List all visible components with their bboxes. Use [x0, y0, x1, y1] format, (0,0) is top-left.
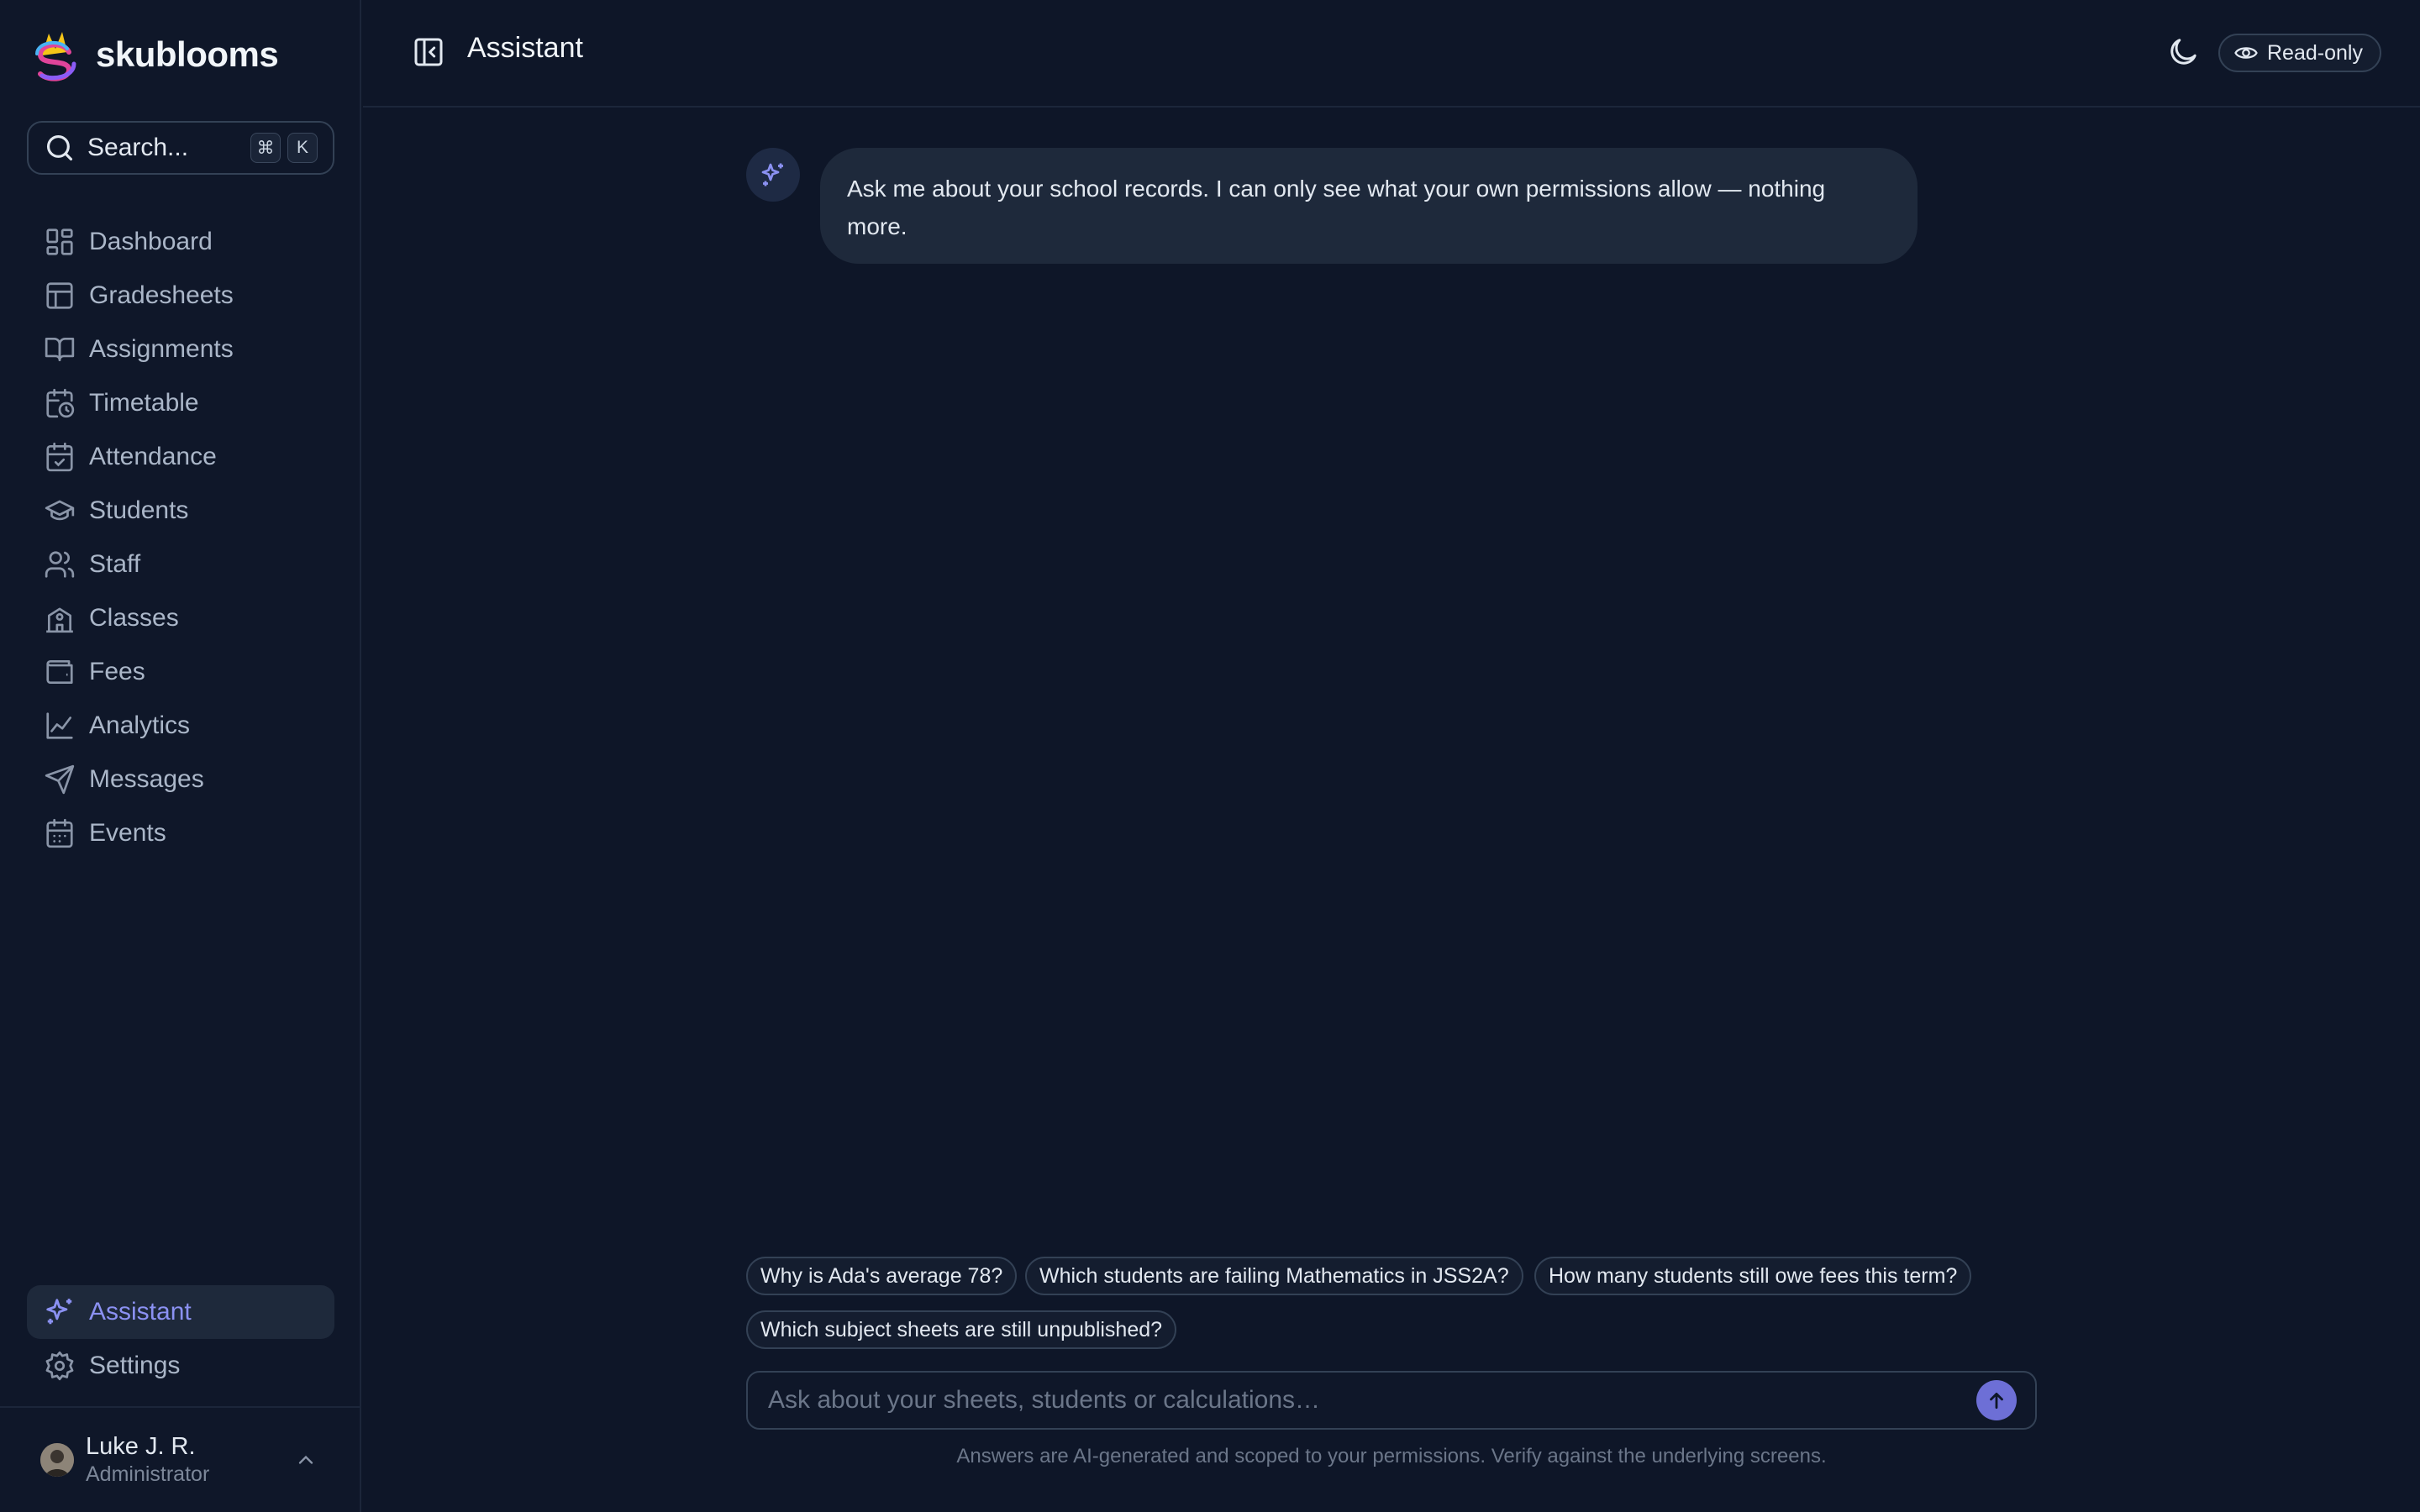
top-bar: Assistant Read-only [363, 0, 2420, 108]
sidebar-item-gradesheets[interactable]: Gradesheets [27, 269, 334, 323]
read-only-label: Read-only [2267, 40, 2363, 65]
arrow-up-icon [1990, 1393, 2003, 1410]
eye-icon [2234, 47, 2258, 59]
avatar-image [40, 1443, 74, 1477]
suggestion-chip[interactable]: Why is Ada's average 78? [746, 1257, 1018, 1295]
page-title: Assistant [467, 32, 583, 64]
avatar [40, 1443, 74, 1477]
sidebar-nav: Dashboard Gradesheets Assignments Timeta… [27, 215, 334, 860]
sidebar-item-label: Students [89, 496, 189, 524]
sidebar-item-classes[interactable]: Classes [27, 591, 334, 645]
users-icon [45, 551, 75, 578]
sidebar-item-students[interactable]: Students [27, 484, 334, 538]
sidebar-item-label: Settings [89, 1352, 181, 1379]
sparkles-icon [761, 163, 783, 186]
sidebar-item-analytics[interactable]: Analytics [27, 699, 334, 753]
user-role: Administrator [86, 1462, 210, 1486]
assistant-message: Ask me about your school records. I can … [820, 148, 1918, 264]
disclaimer: Answers are AI-generated and scoped to y… [956, 1445, 1827, 1467]
sidebar-item-label: Gradesheets [89, 281, 234, 309]
brand-name: skublooms [96, 34, 279, 74]
sidebar-item-assignments[interactable]: Assignments [27, 323, 334, 376]
sidebar-item-timetable[interactable]: Timetable [27, 376, 334, 430]
calendar-check-icon [46, 442, 73, 472]
calendar-icon [46, 818, 73, 848]
assistant-avatar [746, 148, 800, 202]
sidebar-item-label: Assistant [89, 1298, 192, 1326]
chat-composer [746, 1371, 2037, 1430]
calendar-clock-icon [46, 388, 75, 418]
sidebar-toggle-icon[interactable] [412, 35, 445, 69]
sidebar-item-label: Attendance [89, 443, 217, 470]
sidebar-item-label: Analytics [89, 711, 191, 739]
gear-icon [45, 1351, 74, 1381]
dashboard-icon [46, 228, 73, 255]
search-button[interactable]: Search... ⌘ K [27, 121, 334, 175]
send-button[interactable] [1976, 1380, 2017, 1420]
sidebar-item-label: Classes [89, 604, 179, 632]
sidebar-bottom-nav: Assistant Settings [27, 1285, 334, 1393]
chevron-up-icon[interactable] [294, 1448, 318, 1472]
sidebar-item-attendance[interactable]: Attendance [27, 430, 334, 484]
sidebar-item-label: Events [89, 819, 166, 847]
app: skublooms Search... ⌘ K Dashboard Grades… [0, 0, 2420, 1512]
search-label: Search... [87, 134, 189, 161]
sidebar-item-label: Messages [89, 765, 204, 793]
shortcut-modifier-key: ⌘ [250, 133, 281, 163]
search-icon [46, 134, 73, 161]
shortcut-key: K [287, 133, 318, 163]
moon-icon[interactable] [2166, 35, 2200, 69]
suggestion-chip[interactable]: Which students are failing Mathematics i… [1025, 1257, 1523, 1295]
sidebar-item-label: Assignments [89, 335, 234, 363]
sparkles-icon [46, 1299, 72, 1325]
table-icon [46, 282, 73, 309]
graduation-cap-icon [45, 500, 75, 521]
suggestion-chip[interactable]: Which subject sheets are still unpublish… [746, 1310, 1177, 1349]
sidebar: skublooms Search... ⌘ K Dashboard Grades… [0, 0, 361, 1512]
brand[interactable]: skublooms [30, 25, 279, 84]
logo-icon [35, 32, 76, 81]
line-chart-icon [46, 712, 73, 739]
send-icon [45, 764, 75, 795]
sidebar-item-label: Timetable [89, 389, 199, 417]
sidebar-item-settings[interactable]: Settings [27, 1339, 334, 1393]
wallet-icon [46, 659, 73, 685]
sidebar-item-assistant[interactable]: Assistant [27, 1285, 334, 1339]
read-only-badge: Read-only [2218, 34, 2381, 72]
sidebar-item-label: Fees [89, 658, 145, 685]
sidebar-item-messages[interactable]: Messages [27, 753, 334, 806]
sidebar-item-events[interactable]: Events [27, 806, 334, 860]
sidebar-item-staff[interactable]: Staff [27, 538, 334, 591]
school-icon [46, 607, 73, 633]
sidebar-item-dashboard[interactable]: Dashboard [27, 215, 334, 269]
sidebar-item-label: Staff [89, 550, 141, 578]
user-name: Luke J. R. [86, 1433, 196, 1460]
sidebar-item-label: Dashboard [89, 228, 213, 255]
book-icon [45, 337, 75, 362]
user-menu[interactable]: Luke J. R. Administrator [0, 1406, 360, 1512]
sidebar-item-fees[interactable]: Fees [27, 645, 334, 699]
chat-input[interactable] [766, 1385, 1976, 1415]
user-info: Luke J. R. Administrator [86, 1433, 294, 1487]
suggestion-chip[interactable]: How many students still owe fees this te… [1534, 1257, 1972, 1295]
